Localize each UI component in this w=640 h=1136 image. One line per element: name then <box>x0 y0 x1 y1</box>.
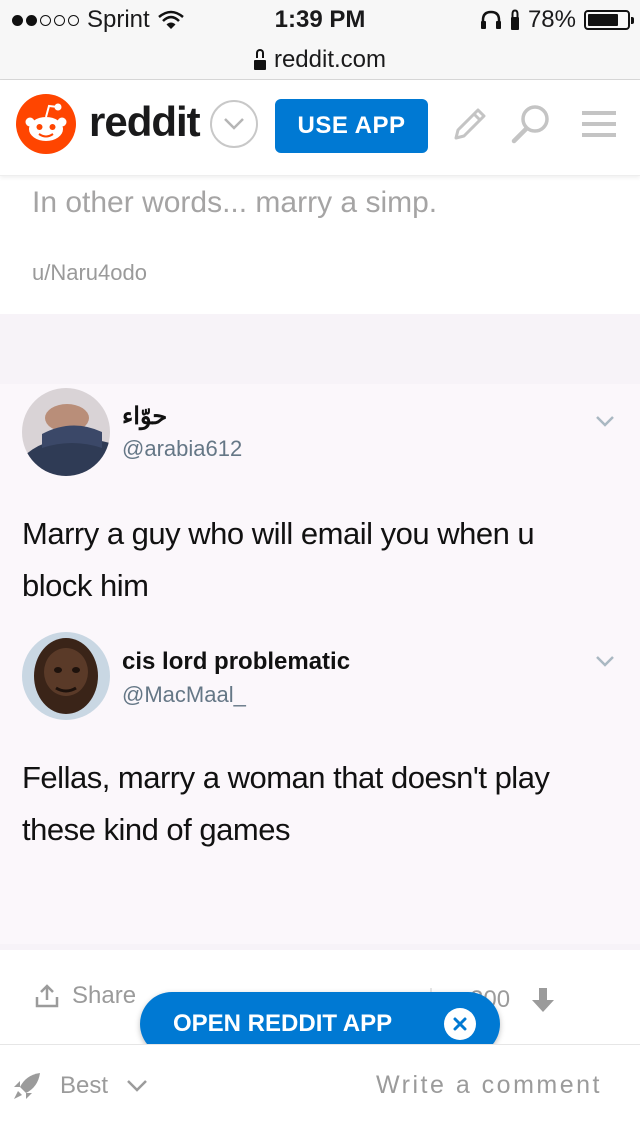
status-bar: Sprint 1:39 PM 78% <box>0 0 640 40</box>
open-reddit-app-label: OPEN REDDIT APP <box>173 1010 393 1037</box>
comment-input[interactable]: Write a comment <box>376 1071 602 1100</box>
tweet-text-line: Fellas, marry a woman that doesn't play <box>22 760 550 795</box>
chevron-down-icon <box>127 1080 147 1092</box>
post-author[interactable]: u/Naru4odo <box>32 260 147 286</box>
use-app-button[interactable]: USE APP <box>275 99 428 153</box>
headphones-icon <box>480 10 501 29</box>
close-button[interactable] <box>444 1008 476 1040</box>
tweet-text: Marry a guy who will email you when u bl… <box>22 508 622 612</box>
share-button[interactable]: Share <box>34 982 136 1010</box>
post-image[interactable]: حوّاء @arabia612 Marry a guy who will em… <box>0 314 640 950</box>
url-text: reddit.com <box>273 45 387 73</box>
reddit-logo-icon[interactable] <box>16 94 76 154</box>
community-dropdown-button[interactable] <box>210 100 258 148</box>
search-icon[interactable] <box>509 102 553 146</box>
tweet-text: Fellas, marry a woman that doesn't play … <box>22 752 622 856</box>
tweet-author-handle: @MacMaal_ <box>122 682 246 707</box>
url-bar[interactable]: reddit.com <box>0 40 640 80</box>
avatar <box>22 388 110 476</box>
downvote-arrow-icon[interactable] <box>530 986 556 1014</box>
post-title[interactable]: In other words... marry a simp. <box>32 186 437 220</box>
battery-icon <box>584 10 634 30</box>
tweet-text-line: block him <box>22 568 149 603</box>
chevron-down-icon <box>596 656 614 667</box>
tweet-text-line: these kind of games <box>22 812 290 847</box>
lock-icon <box>253 49 266 70</box>
reddit-wordmark[interactable]: reddit <box>89 98 201 146</box>
tweet-author-handle: @arabia612 <box>122 436 243 461</box>
tweet-author-name: حوّاء <box>122 403 168 430</box>
share-label: Share <box>72 982 137 1009</box>
sort-label: Best <box>60 1072 109 1099</box>
tweet-author-name: cis lord problematic <box>122 648 351 675</box>
tweet-text-line: Marry a guy who will email you when u <box>22 516 535 551</box>
chevron-down-icon <box>224 118 244 130</box>
chevron-down-icon <box>596 416 614 427</box>
pencil-icon[interactable] <box>448 102 492 146</box>
sort-dropdown[interactable]: Best <box>12 1071 148 1101</box>
menu-icon[interactable] <box>578 102 622 146</box>
battery-percent: 78% <box>527 6 576 33</box>
rocket-icon <box>14 1073 40 1099</box>
close-icon <box>453 1017 467 1031</box>
status-right: 78% <box>480 6 634 34</box>
tweet-screenshot: حوّاء @arabia612 Marry a guy who will em… <box>0 384 640 944</box>
avatar <box>22 632 110 720</box>
reddit-header: reddit USE APP <box>0 80 640 176</box>
orientation-lock-icon <box>510 9 519 30</box>
comment-bar: Best Write a comment <box>0 1044 640 1136</box>
share-icon <box>35 984 59 1008</box>
